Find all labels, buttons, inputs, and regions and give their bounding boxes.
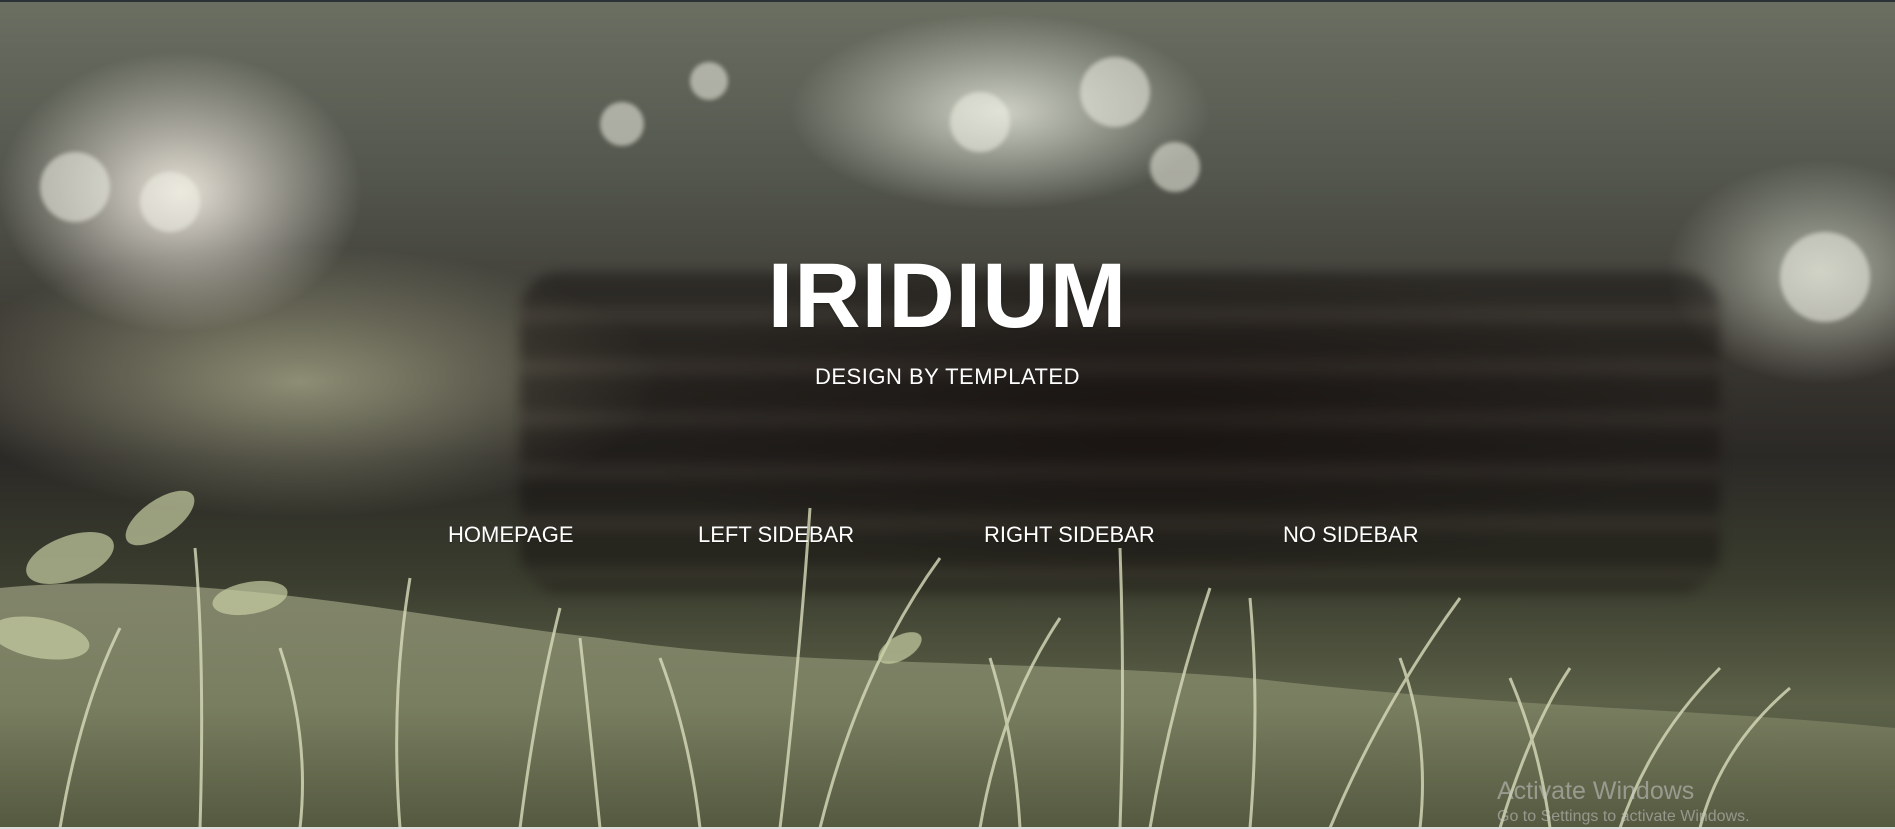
nav-link-homepage[interactable]: HOMEPAGE: [448, 522, 574, 548]
hero-background-photo: [0, 2, 1895, 828]
watermark-line-1: Activate Windows: [1497, 777, 1695, 805]
page: IRIDIUM DESIGN BY TEMPLATED HOMEPAGE LEF…: [0, 0, 1895, 829]
nav-link-left-sidebar[interactable]: LEFT SIDEBAR: [698, 522, 854, 548]
grass-foreground: [0, 490, 1895, 828]
nav-link-no-sidebar[interactable]: NO SIDEBAR: [1283, 522, 1419, 548]
bokeh-light: [600, 102, 644, 146]
activate-windows-watermark: Activate Windows Go to Settings to activ…: [1497, 776, 1750, 828]
bokeh-light: [1080, 57, 1150, 127]
nav-link-right-sidebar[interactable]: RIGHT SIDEBAR: [984, 522, 1155, 548]
top-border: [0, 0, 1895, 2]
bokeh-light: [950, 92, 1010, 152]
site-subtitle: DESIGN BY TEMPLATED: [814, 364, 1080, 389]
site-title: IRIDIUM: [767, 245, 1128, 347]
watermark-line-2: Go to Settings to activate Windows.: [1497, 808, 1750, 825]
bokeh-light: [1150, 142, 1200, 192]
bokeh-light: [140, 172, 200, 232]
bokeh-light: [40, 152, 110, 222]
bokeh-light: [690, 62, 728, 100]
main-nav: HOMEPAGE LEFT SIDEBAR RIGHT SIDEBAR NO S…: [0, 522, 1895, 552]
